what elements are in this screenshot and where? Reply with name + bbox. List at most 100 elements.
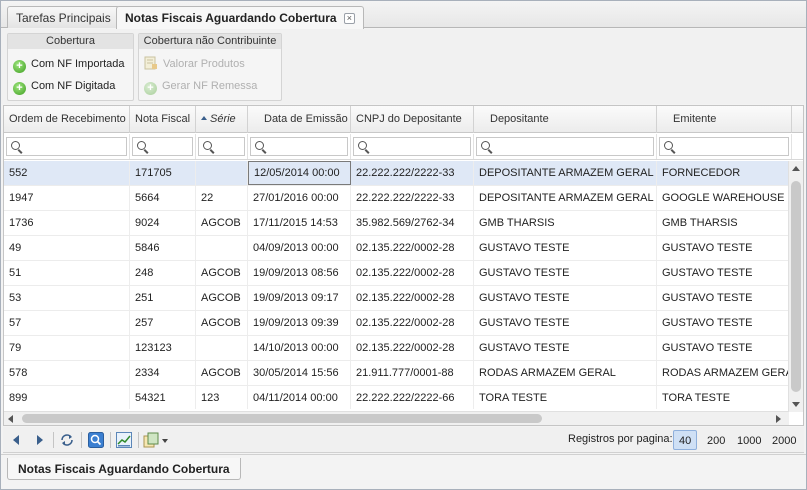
scroll-left-icon[interactable] bbox=[8, 415, 13, 423]
cell-data-emissao[interactable]: 30/05/2014 15:56 bbox=[248, 361, 351, 385]
vertical-scrollbar[interactable] bbox=[788, 161, 803, 412]
cell-depositante[interactable]: GUSTAVO TESTE bbox=[474, 286, 657, 310]
cell-cnpj-depositante[interactable]: 02.135.222/0002-28 bbox=[351, 261, 474, 285]
filter-input[interactable] bbox=[659, 137, 789, 156]
header-col-data-emissao[interactable]: Data de Emissão bbox=[248, 106, 351, 133]
chart-icon[interactable] bbox=[116, 432, 132, 448]
cell-nota-fiscal[interactable]: 5664 bbox=[130, 186, 196, 210]
cell-serie[interactable] bbox=[196, 236, 248, 260]
cell-emitente[interactable]: GUSTAVO TESTE bbox=[657, 311, 789, 335]
page-size-1000[interactable]: 1000 bbox=[731, 430, 767, 450]
cell-emitente[interactable]: GUSTAVO TESTE bbox=[657, 261, 789, 285]
table-row[interactable]: 552 171705 12/05/2014 00:00 22.222.222/2222… bbox=[4, 161, 789, 186]
cell-nota-fiscal[interactable]: 123123 bbox=[130, 336, 196, 360]
cell-emitente[interactable]: GMB THARSIS bbox=[657, 211, 789, 235]
cell-emitente[interactable]: GUSTAVO TESTE bbox=[657, 336, 789, 360]
table-row[interactable]: 49 5846 04/09/2013 00:00 02.135.222/0002-28… bbox=[4, 236, 789, 261]
header-col-ordem-recebimento[interactable]: Ordem de Recebimento bbox=[4, 106, 130, 133]
filter-input[interactable] bbox=[476, 137, 654, 156]
gerar-nf-remessa-button[interactable]: + Gerar NF Remessa bbox=[144, 77, 257, 95]
cell-emitente[interactable]: FORNECEDOR bbox=[657, 161, 789, 185]
cell-emitente[interactable]: GUSTAVO TESTE bbox=[657, 286, 789, 310]
cell-data-emissao[interactable]: 19/09/2013 09:17 bbox=[248, 286, 351, 310]
cell-depositante[interactable]: GUSTAVO TESTE bbox=[474, 236, 657, 260]
cell-nota-fiscal[interactable]: 5846 bbox=[130, 236, 196, 260]
cell-nota-fiscal[interactable]: 257 bbox=[130, 311, 196, 335]
header-col-cnpj-depositante[interactable]: CNPJ do Depositante bbox=[351, 106, 474, 133]
cell-serie[interactable]: AGCOB bbox=[196, 286, 248, 310]
cell-ordem-recebimento[interactable]: 578 bbox=[4, 361, 130, 385]
cell-ordem-recebimento[interactable]: 51 bbox=[4, 261, 130, 285]
cell-depositante[interactable]: RODAS ARMAZEM GERAL bbox=[474, 361, 657, 385]
cell-depositante[interactable]: TORA TESTE bbox=[474, 386, 657, 409]
valorar-produtos-button[interactable]: Valorar Produtos bbox=[144, 55, 245, 73]
cell-nota-fiscal[interactable]: 9024 bbox=[130, 211, 196, 235]
cell-ordem-recebimento[interactable]: 53 bbox=[4, 286, 130, 310]
refresh-icon[interactable] bbox=[59, 432, 75, 448]
page-size-40[interactable]: 40 bbox=[673, 430, 698, 450]
page-size-200[interactable]: 200 bbox=[701, 430, 731, 450]
cell-serie[interactable]: AGCOB bbox=[196, 361, 248, 385]
cell-emitente[interactable]: RODAS ARMAZEM GERAL bbox=[657, 361, 789, 385]
filter-input[interactable] bbox=[250, 137, 348, 156]
cell-nota-fiscal[interactable]: 171705 bbox=[130, 161, 196, 185]
com-nf-digitada-button[interactable]: + Com NF Digitada bbox=[13, 77, 115, 95]
table-row[interactable]: 899 54321 123 04/11/2014 00:00 22.222.222/22… bbox=[4, 386, 789, 409]
table-row[interactable]: 57 257 AGCOB 19/09/2013 09:39 02.135.222/000… bbox=[4, 311, 789, 336]
tab-tarefas-principais[interactable]: Tarefas Principais bbox=[7, 6, 120, 28]
next-page-icon[interactable] bbox=[37, 435, 43, 445]
cell-serie[interactable]: AGCOB bbox=[196, 211, 248, 235]
header-col-depositante[interactable]: Depositante bbox=[474, 106, 657, 133]
prev-page-icon[interactable] bbox=[13, 435, 19, 445]
table-row[interactable]: 53 251 AGCOB 19/09/2013 09:17 02.135.222/000… bbox=[4, 286, 789, 311]
horizontal-scrollbar[interactable] bbox=[4, 411, 789, 425]
scroll-up-icon[interactable] bbox=[792, 166, 800, 171]
page-size-2000[interactable]: 2000 bbox=[766, 430, 802, 450]
cell-depositante[interactable]: GMB THARSIS bbox=[474, 211, 657, 235]
cell-ordem-recebimento[interactable]: 1736 bbox=[4, 211, 130, 235]
cell-depositante[interactable]: DEPOSITANTE ARMAZEM GERAL bbox=[474, 186, 657, 210]
cell-nota-fiscal[interactable]: 251 bbox=[130, 286, 196, 310]
scroll-right-icon[interactable] bbox=[776, 415, 781, 423]
header-col-nota-fiscal[interactable]: Nota Fiscal bbox=[130, 106, 196, 133]
cell-cnpj-depositante[interactable]: 02.135.222/0002-28 bbox=[351, 286, 474, 310]
cell-depositante[interactable]: DEPOSITANTE ARMAZEM GERAL bbox=[474, 161, 657, 185]
cell-ordem-recebimento[interactable]: 57 bbox=[4, 311, 130, 335]
cell-depositante[interactable]: GUSTAVO TESTE bbox=[474, 261, 657, 285]
table-row[interactable]: 1736 9024 AGCOB 17/11/2015 14:53 35.982.569/… bbox=[4, 211, 789, 236]
cell-cnpj-depositante[interactable]: 21.911.777/0001-88 bbox=[351, 361, 474, 385]
cell-cnpj-depositante[interactable]: 02.135.222/0002-28 bbox=[351, 311, 474, 335]
table-row[interactable]: 578 2334 AGCOB 30/05/2014 15:56 21.911.777/0… bbox=[4, 361, 789, 386]
filter-input[interactable] bbox=[353, 137, 471, 156]
cell-cnpj-depositante[interactable]: 02.135.222/0002-28 bbox=[351, 336, 474, 360]
table-row[interactable]: 1947 5664 22 27/01/2016 00:00 22.222.222/222… bbox=[4, 186, 789, 211]
export-menu-icon[interactable] bbox=[143, 432, 169, 448]
cell-nota-fiscal[interactable]: 248 bbox=[130, 261, 196, 285]
cell-serie[interactable]: AGCOB bbox=[196, 311, 248, 335]
cell-serie[interactable]: 22 bbox=[196, 186, 248, 210]
cell-serie[interactable] bbox=[196, 336, 248, 360]
header-col-emitente[interactable]: Emitente bbox=[657, 106, 792, 133]
cell-data-emissao[interactable]: 12/05/2014 00:00 bbox=[248, 161, 351, 185]
close-icon[interactable]: × bbox=[343, 13, 355, 24]
cell-data-emissao[interactable]: 14/10/2013 00:00 bbox=[248, 336, 351, 360]
cell-data-emissao[interactable]: 19/09/2013 08:56 bbox=[248, 261, 351, 285]
table-row[interactable]: 51 248 AGCOB 19/09/2013 08:56 02.135.222/000… bbox=[4, 261, 789, 286]
cell-serie[interactable]: 123 bbox=[196, 386, 248, 409]
cell-cnpj-depositante[interactable]: 02.135.222/0002-28 bbox=[351, 236, 474, 260]
scroll-down-icon[interactable] bbox=[792, 402, 800, 407]
scroll-thumb[interactable] bbox=[791, 181, 801, 392]
scroll-thumb[interactable] bbox=[22, 414, 542, 423]
cell-serie[interactable]: AGCOB bbox=[196, 261, 248, 285]
cell-emitente[interactable]: GOOGLE WAREHOUSE bbox=[657, 186, 789, 210]
cell-ordem-recebimento[interactable]: 552 bbox=[4, 161, 130, 185]
cell-cnpj-depositante[interactable]: 22.222.222/2222-66 bbox=[351, 386, 474, 409]
filter-input[interactable] bbox=[132, 137, 193, 156]
cell-cnpj-depositante[interactable]: 35.982.569/2762-34 bbox=[351, 211, 474, 235]
search-icon[interactable] bbox=[88, 432, 104, 448]
tab-notas-fiscais[interactable]: Notas Fiscais Aguardando Cobertura × bbox=[116, 6, 364, 29]
filter-input[interactable] bbox=[6, 137, 127, 156]
cell-data-emissao[interactable]: 04/11/2014 00:00 bbox=[248, 386, 351, 409]
filter-input[interactable] bbox=[198, 137, 245, 156]
cell-ordem-recebimento[interactable]: 49 bbox=[4, 236, 130, 260]
